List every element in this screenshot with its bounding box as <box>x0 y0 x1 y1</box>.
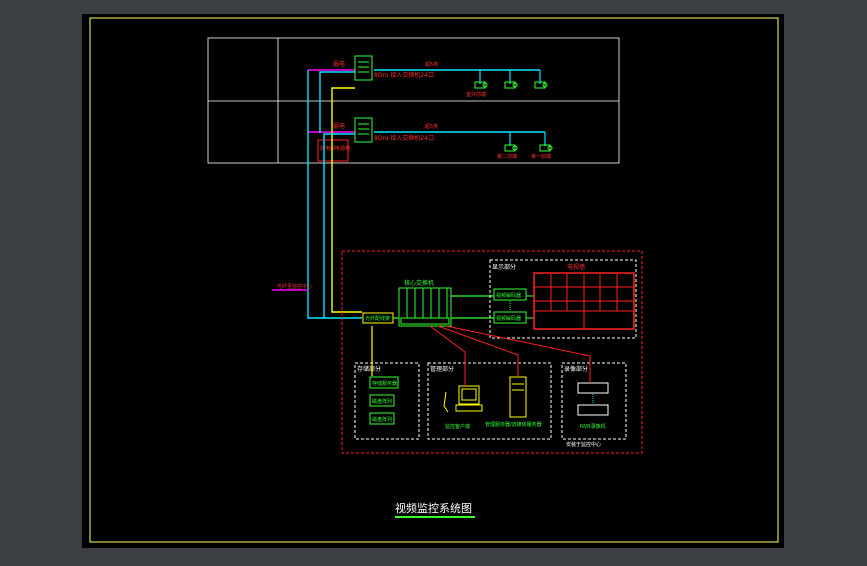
drawing-title: 视频监控系统图 <box>395 501 472 515</box>
label-enc2: 8Dro 接入交换机24口 <box>374 134 434 142</box>
cad-viewport: 弱电 8Dro 接入交换机24口 超5类 室外前端 弱电间电源箱 弱电 8Dro… <box>0 0 867 562</box>
label-link2: 超5类 <box>425 123 438 130</box>
label-tv-wall: 电视墙 <box>567 263 585 271</box>
label-stor2: 磁盘阵列 <box>372 398 392 405</box>
label-fiber: 光纤至监控中心 <box>277 283 312 290</box>
label-sw2: 弱电 <box>333 122 345 130</box>
label-decoder1: 视频解码器 <box>496 292 521 299</box>
label-stor1: 存储服务器 <box>372 380 397 387</box>
label-decoder2: 视频解码器 <box>496 315 521 322</box>
label-record: 录像部分 <box>564 365 588 373</box>
label-cam-b: 第二前端 <box>497 153 517 160</box>
label-rec-note: 安装于监控中心 <box>566 441 601 448</box>
label-stor3: 磁盘阵列 <box>372 416 392 423</box>
label-pc: 监控客户端 <box>445 423 470 430</box>
label-rec: NVR录像机 <box>580 423 606 430</box>
label-fiber-box: 光纤配线架 <box>365 315 390 322</box>
label-sw1: 弱电 <box>333 60 345 68</box>
label-cam-a: 室外前端 <box>466 91 486 98</box>
label-link1: 超5类 <box>425 61 438 68</box>
label-enc1: 8Dro 接入交换机24口 <box>374 71 434 79</box>
label-manage: 管理部分 <box>430 365 454 373</box>
label-core-switch: 核心交换机 <box>404 279 434 287</box>
label-display: 显示部分 <box>492 263 516 271</box>
label-server: 管理服务器/流媒体服务器 <box>485 421 542 428</box>
cad-drawing: 弱电 8Dro 接入交换机24口 超5类 室外前端 弱电间电源箱 弱电 8Dro… <box>82 14 784 548</box>
label-storage: 存储部分 <box>357 365 381 373</box>
label-cam-c: 第一前端 <box>531 153 551 160</box>
